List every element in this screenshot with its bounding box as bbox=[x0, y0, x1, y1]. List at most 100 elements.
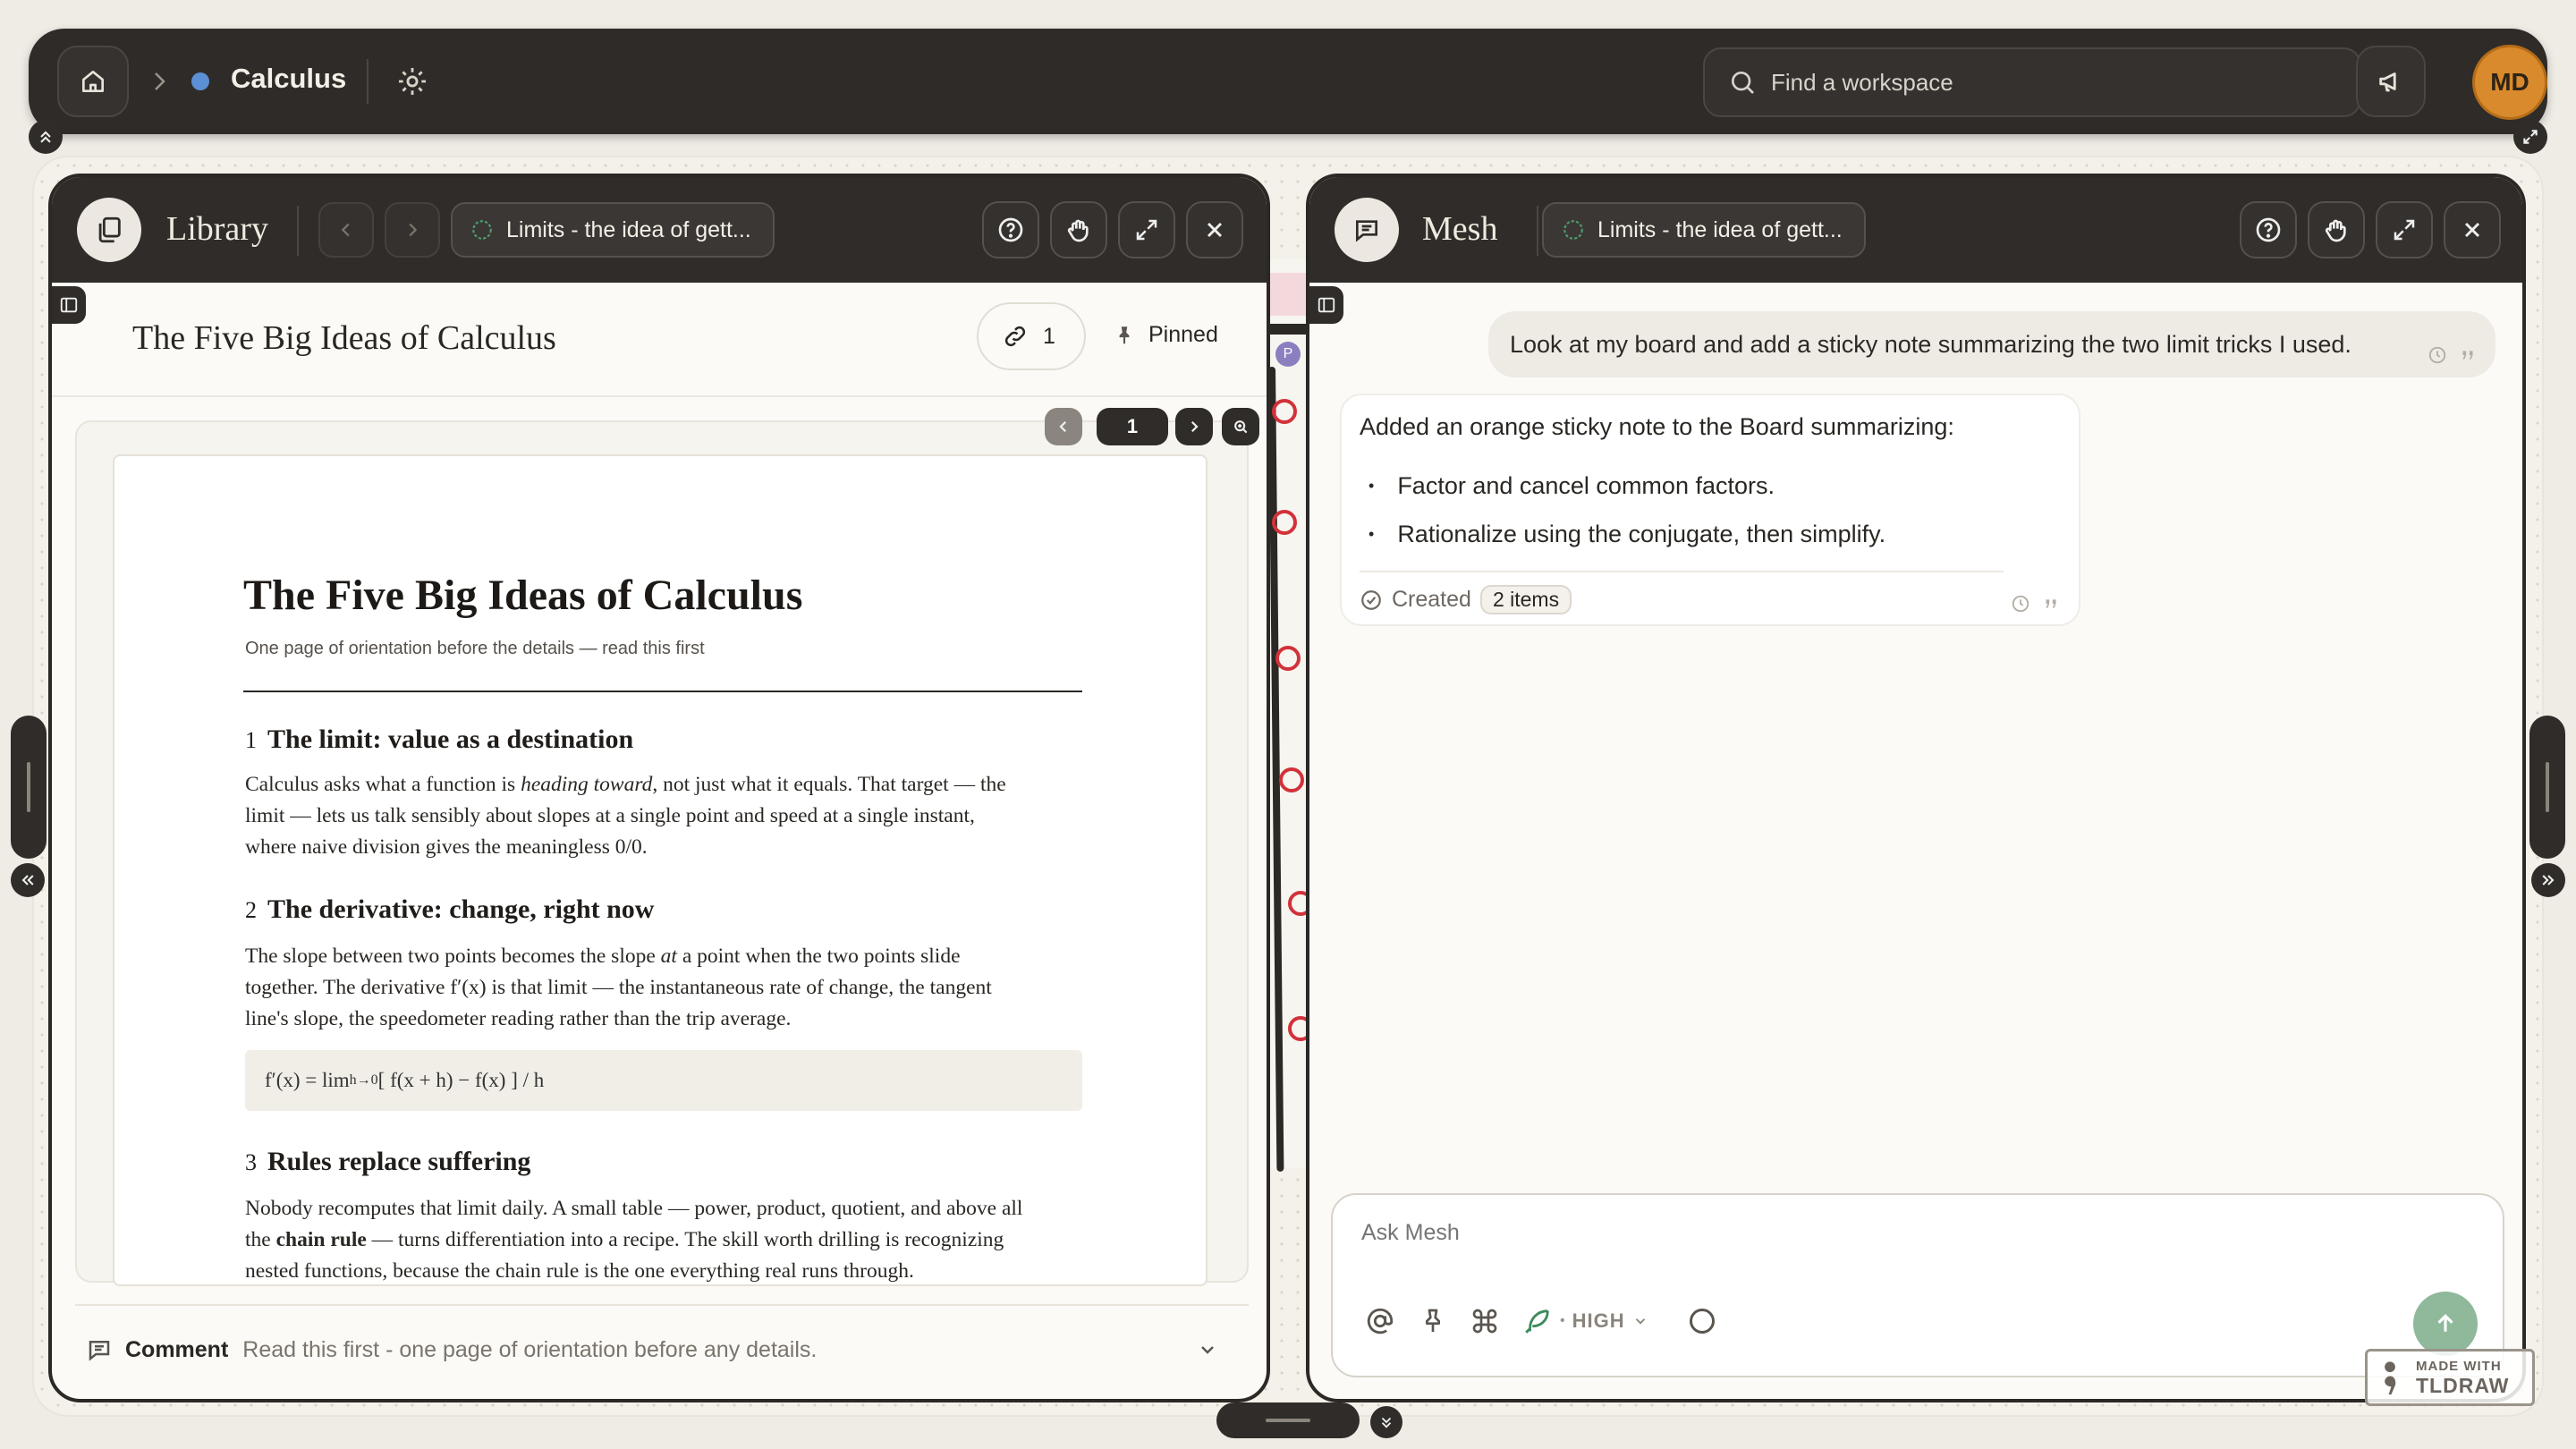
chevron-left-icon bbox=[1059, 420, 1067, 433]
chevron-down-icon[interactable] bbox=[1197, 1339, 1218, 1360]
chevron-down-icon bbox=[1635, 1318, 1645, 1325]
links-button[interactable]: 1 bbox=[977, 302, 1086, 370]
page-subtitle: One page of orientation before the detai… bbox=[245, 639, 705, 658]
hand-icon bbox=[1067, 219, 1089, 242]
effort-selector[interactable]: • HIGH bbox=[1522, 1306, 1648, 1336]
board-strip-bar bbox=[1268, 324, 1306, 335]
zoom-icon bbox=[1234, 420, 1248, 434]
mesh-doc-tab-label: Limits - the idea of gett... bbox=[1597, 216, 1843, 242]
send-button[interactable] bbox=[2413, 1292, 2478, 1356]
comment-bar[interactable]: Comment Read this first - one page of or… bbox=[86, 1336, 1249, 1363]
assistant-bullet: • Rationalize using the conjugate, then s… bbox=[1368, 521, 1886, 547]
clock-icon[interactable] bbox=[2428, 345, 2447, 365]
page-number[interactable]: 1 bbox=[1097, 408, 1168, 445]
watermark-line2: TLDRAW bbox=[2416, 1373, 2510, 1397]
left-drawer-handle[interactable] bbox=[11, 716, 47, 859]
breadcrumb-chevron-icon bbox=[148, 66, 170, 101]
chat-input[interactable] bbox=[1361, 1220, 2435, 1265]
quote-icon[interactable] bbox=[2458, 345, 2478, 365]
mesh-close-button[interactable] bbox=[2444, 201, 2501, 258]
assistant-bullet: • Factor and cancel common factors. bbox=[1368, 472, 1775, 499]
library-header: Library Limits - the idea of gett... bbox=[52, 177, 1267, 283]
home-button[interactable] bbox=[57, 46, 129, 117]
collapse-bottom-button[interactable] bbox=[1370, 1406, 1402, 1438]
collapse-top-button[interactable] bbox=[29, 120, 63, 154]
search-input[interactable] bbox=[1771, 68, 2308, 97]
next-page-button[interactable] bbox=[1175, 408, 1213, 445]
pin-icon bbox=[1119, 326, 1130, 344]
created-status[interactable]: Created 2 items bbox=[1360, 585, 1572, 614]
mesh-help-button[interactable] bbox=[2240, 201, 2297, 258]
settings-button[interactable] bbox=[395, 64, 429, 103]
close-icon bbox=[2464, 222, 2480, 238]
library-back-button[interactable] bbox=[318, 202, 374, 258]
doc-title: The Five Big Ideas of Calculus bbox=[132, 319, 556, 357]
mesh-doc-tab[interactable]: Limits - the idea of gett... bbox=[1542, 202, 1866, 258]
tldraw-watermark[interactable]: MADE WITH TLDRAW bbox=[2365, 1349, 2535, 1406]
chat-composer: • HIGH bbox=[1331, 1193, 2504, 1377]
arrow-up-icon bbox=[2437, 1314, 2453, 1332]
library-doc-tab-label: Limits - the idea of gett... bbox=[506, 216, 751, 242]
library-header-divider bbox=[297, 206, 299, 256]
bottom-drawer-handle[interactable] bbox=[1216, 1402, 1360, 1438]
breadcrumb-title[interactable]: Calculus bbox=[231, 63, 346, 95]
library-hand-button[interactable] bbox=[1050, 201, 1107, 258]
search-icon bbox=[1732, 72, 1754, 94]
mesh-sidebar-toggle[interactable] bbox=[1309, 286, 1343, 324]
user-avatar[interactable]: MD bbox=[2472, 45, 2547, 120]
help-icon bbox=[998, 217, 1023, 242]
command-icon[interactable] bbox=[1470, 1307, 1499, 1335]
assistant-message-meta bbox=[2011, 594, 2061, 614]
fullscreen-canvas-button[interactable] bbox=[2513, 120, 2547, 154]
pin-icon[interactable] bbox=[1419, 1307, 1447, 1335]
right-drawer-handle[interactable] bbox=[2529, 716, 2565, 859]
hand-icon bbox=[2325, 219, 2346, 242]
library-sidebar-toggle[interactable] bbox=[52, 286, 86, 324]
comment-icon bbox=[89, 1341, 110, 1361]
comment-text: Read this first - one page of orientatio… bbox=[242, 1336, 818, 1362]
board-ring-3 bbox=[1275, 646, 1301, 671]
mesh-header-divider bbox=[1537, 206, 1538, 256]
home-icon bbox=[82, 71, 104, 92]
sidebar-icon bbox=[1318, 297, 1335, 313]
progress-circle-icon bbox=[472, 220, 492, 240]
assistant-divider bbox=[1360, 571, 2004, 572]
prev-page-button[interactable] bbox=[1045, 408, 1082, 445]
mesh-header: Mesh Limits - the idea of gett... bbox=[1309, 177, 2522, 283]
page-heading-rule bbox=[243, 691, 1082, 692]
status-circle-icon[interactable] bbox=[1689, 1309, 1715, 1334]
library-panel: Library Limits - the idea of gett... The… bbox=[48, 174, 1270, 1402]
comment-divider bbox=[75, 1304, 1249, 1306]
mention-icon[interactable] bbox=[1365, 1306, 1395, 1336]
megaphone-icon bbox=[2379, 72, 2396, 92]
library-close-button[interactable] bbox=[1186, 201, 1243, 258]
page-heading: The Five Big Ideas of Calculus bbox=[243, 572, 803, 619]
clock-icon[interactable] bbox=[2011, 594, 2030, 614]
chevron-right-icon bbox=[409, 223, 418, 237]
chevron-left-icon bbox=[341, 223, 350, 237]
chevron-double-left-icon bbox=[21, 875, 34, 886]
expand-right-button[interactable] bbox=[2531, 863, 2565, 897]
announcements-button[interactable] bbox=[2356, 46, 2426, 117]
feather-icon bbox=[1525, 1309, 1549, 1334]
mesh-expand-button[interactable] bbox=[2376, 201, 2433, 258]
library-expand-button[interactable] bbox=[1118, 201, 1175, 258]
library-help-button[interactable] bbox=[982, 201, 1039, 258]
chevron-double-down-icon bbox=[1381, 1417, 1392, 1428]
chevron-double-up-icon bbox=[40, 131, 51, 143]
expand-left-button[interactable] bbox=[11, 863, 45, 897]
expand-icon bbox=[2523, 130, 2538, 144]
library-forward-button[interactable] bbox=[385, 202, 440, 258]
pinned-status[interactable]: Pinned bbox=[1113, 322, 1218, 348]
library-title: Library bbox=[166, 210, 268, 248]
progress-circle-icon bbox=[1563, 220, 1583, 240]
composer-toolbar: • HIGH bbox=[1365, 1306, 1715, 1336]
links-count: 1 bbox=[1043, 323, 1055, 349]
mesh-hand-button[interactable] bbox=[2308, 201, 2365, 258]
library-doc-tab[interactable]: Limits - the idea of gett... bbox=[451, 202, 775, 258]
chevron-double-right-icon bbox=[2542, 875, 2555, 886]
workspace-search[interactable] bbox=[1703, 47, 2361, 117]
zoom-button[interactable] bbox=[1222, 408, 1259, 445]
close-icon bbox=[1207, 222, 1223, 238]
quote-icon[interactable] bbox=[2041, 594, 2061, 614]
